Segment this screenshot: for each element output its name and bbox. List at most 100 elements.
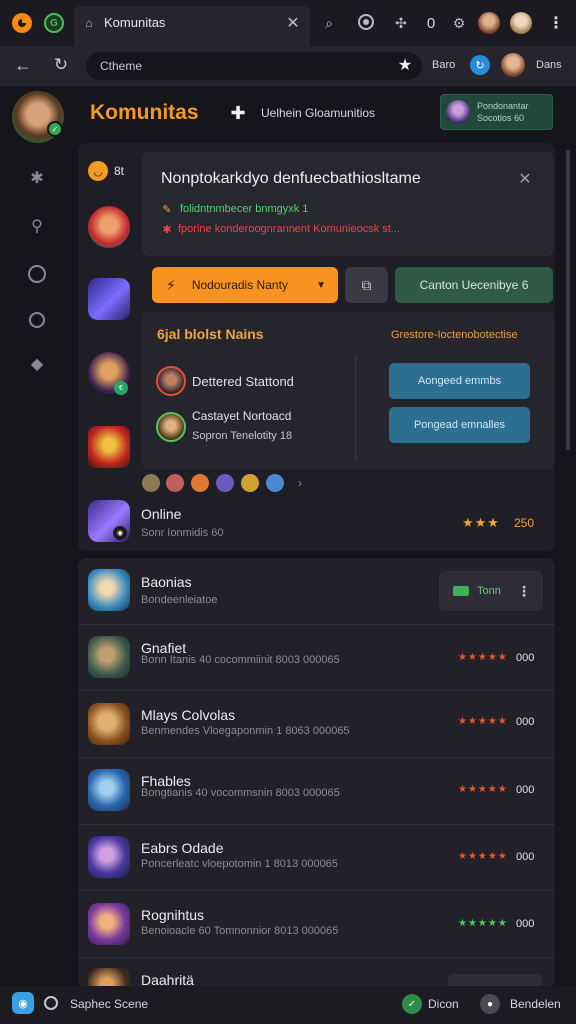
member-name-1: Dettered Stattond <box>192 374 294 389</box>
feather-icon[interactable]: ⌕ <box>320 14 338 32</box>
user-avatar[interactable] <box>478 12 500 34</box>
mini-avatar[interactable] <box>191 474 209 492</box>
online-sub: Sonr Ionmidis 60 <box>141 527 224 539</box>
list-row-stars: ★★★★★ <box>458 652 508 663</box>
bottom-btn1-label[interactable]: Dicon <box>428 997 459 1011</box>
list-row-sub: Poncerleatc vloepotomin 1 8013 000065 <box>141 858 338 870</box>
bottom-left-label[interactable]: Saphec Scene <box>70 997 148 1011</box>
user-icon[interactable]: ● <box>480 994 500 1014</box>
community-avatar-2[interactable] <box>88 278 130 320</box>
bookmark-star-icon[interactable]: ★ <box>396 56 414 74</box>
card-line-1: folidntnmbecer bnmgyxk 1 <box>180 203 309 215</box>
mini-avatar[interactable] <box>216 474 234 492</box>
extension-icon[interactable]: G <box>44 13 64 33</box>
list-icon-top[interactable] <box>88 569 130 611</box>
tonn-label: Tonn <box>477 585 501 597</box>
list-icon-5[interactable] <box>88 903 130 945</box>
profile-avatar[interactable] <box>501 53 525 77</box>
manage-button-2[interactable]: Pongead emnalles <box>389 407 530 443</box>
ticket-icon <box>453 586 469 596</box>
header-link[interactable]: Uelhein Gloamunitios <box>261 106 375 120</box>
row-divider <box>78 824 555 825</box>
mini-avatar[interactable] <box>166 474 184 492</box>
list-row-sub: Bonn Itanis 40 cocommiinit 8003 000065 <box>141 654 340 666</box>
section-link[interactable]: Grestore-Ioctenobotectise <box>391 329 518 341</box>
more-menu-icon[interactable]: ⋮ <box>548 13 564 33</box>
close-card-icon[interactable]: ✕ <box>516 170 534 188</box>
list-icon-3[interactable] <box>88 769 130 811</box>
manage-button-2-label: Pongead emnalles <box>413 419 506 431</box>
community-avatar-4[interactable] <box>88 426 130 468</box>
card-line-2: fporine konderoognrannent Komunieocsk st… <box>178 223 400 235</box>
chip-avatar <box>446 100 470 124</box>
primary-button-label: Nodouradis Nanty <box>191 278 288 292</box>
rocket-icon[interactable]: ◆ <box>25 352 49 376</box>
address-text[interactable]: Ctheme <box>100 59 142 73</box>
list-row-title: Mlays Colvolas <box>141 707 236 723</box>
clock-icon[interactable] <box>25 262 49 286</box>
list-icon-4[interactable] <box>88 836 130 878</box>
key-icon[interactable]: ⚲ <box>25 214 49 238</box>
profile-label[interactable]: Dans <box>536 59 562 71</box>
list-row-sub: Benoioacle 60 Tomnonnior 8013 000065 <box>141 925 339 937</box>
list-row-stars: ★★★★★ <box>458 784 508 795</box>
mini-avatar[interactable] <box>266 474 284 492</box>
reload-icon[interactable]: ↻ <box>50 55 72 75</box>
row-divider <box>78 757 555 758</box>
info-icon[interactable] <box>44 996 58 1010</box>
tab-favicon-icon: ⌂ <box>85 16 93 30</box>
online-title: Online <box>141 506 182 522</box>
mini-avatar[interactable] <box>142 474 160 492</box>
row-divider <box>78 690 555 691</box>
manage-button-1[interactable]: Aongeed emmbs <box>389 363 530 399</box>
list-row-sub: Benmendes Vloegaponmin 1 8063 000065 <box>141 725 350 737</box>
bookmark-label[interactable]: Baro <box>432 59 455 71</box>
scrollbar[interactable] <box>566 150 570 450</box>
online-rating: ★★★ <box>462 515 500 530</box>
list-icon-2[interactable] <box>88 703 130 745</box>
online-value: 250 <box>514 516 535 530</box>
list-row-stars: ★★★★★ <box>458 851 508 862</box>
list-row-value: 000 <box>516 652 535 664</box>
row-divider <box>78 890 555 891</box>
chip-line1: Pondonantar <box>477 101 529 111</box>
close-tab-icon[interactable]: ✕ <box>284 14 302 32</box>
zero-icon[interactable]: 0 <box>424 14 438 32</box>
bottom-btn2-label[interactable]: Bendelen <box>510 997 561 1011</box>
sync-icon[interactable]: ↻ <box>470 55 490 75</box>
list-icon-1[interactable] <box>88 636 130 678</box>
kebab-menu-icon[interactable]: ⋮ <box>517 583 531 600</box>
list-row-value: 000 <box>516 784 535 796</box>
app-logo-icon[interactable] <box>12 13 32 33</box>
manage-button-1-label: Aongeed emmbs <box>417 375 502 387</box>
panel-mark: 8t <box>114 164 125 178</box>
list-top-sub: Bondeenleiatoe <box>141 594 218 606</box>
app-switch-icon[interactable]: ◉ <box>12 992 34 1014</box>
gamepad-icon[interactable]: ✣ <box>392 14 410 32</box>
primary-dropdown-button[interactable]: ⚡ Nodouradis Nanty ▼ <box>152 267 338 303</box>
circle-icon[interactable] <box>25 308 49 332</box>
community-avatar-1[interactable] <box>88 206 130 248</box>
member-avatar-1[interactable] <box>156 366 186 396</box>
secondary-action-button[interactable]: Canton Uecenibye 6 <box>395 267 553 303</box>
list-icon-6[interactable] <box>88 968 130 986</box>
mini-avatar[interactable] <box>241 474 259 492</box>
row-divider <box>78 957 555 958</box>
camera-button[interactable]: ⧉ <box>345 267 388 303</box>
list-row-title: Eabrs Odade <box>141 840 224 856</box>
settings-icon[interactable]: ⚙ <box>450 14 468 32</box>
member-avatar-2[interactable] <box>156 412 186 442</box>
second-avatar[interactable] <box>510 12 532 34</box>
puzzle-icon[interactable]: ✱ <box>25 166 49 190</box>
record-icon[interactable] <box>358 14 374 30</box>
list-row-button[interactable] <box>448 974 542 986</box>
card-title: Nonptokarkdyo denfuecbathiosltame <box>161 170 421 187</box>
check-icon[interactable]: ✓ <box>402 994 422 1014</box>
back-arrow-icon[interactable]: ← <box>12 55 34 75</box>
list-row-sub: Bongtianis 40 vocommsnin 8003 000065 <box>141 787 340 799</box>
tonn-button[interactable]: Tonn ⋮ <box>439 571 543 611</box>
plus-icon[interactable]: ✚ <box>229 103 247 123</box>
list-row-stars: ★★★★★ <box>458 918 508 929</box>
alert-icon: ✱ <box>162 223 172 236</box>
pencil-icon: ✎ <box>162 203 172 216</box>
